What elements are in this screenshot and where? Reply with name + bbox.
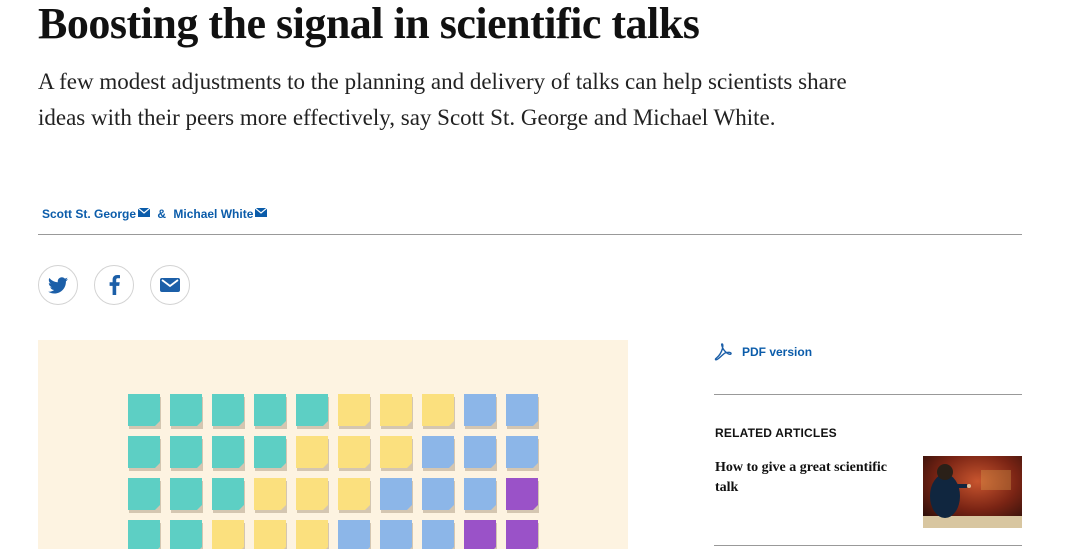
sticky-note-teal [128, 478, 160, 510]
sticky-notes-grid [128, 394, 539, 549]
author-link-scott-st-george[interactable]: Scott St. George [42, 207, 136, 221]
sticky-note-teal [212, 394, 244, 426]
author-separator: & [157, 207, 167, 221]
sticky-note-yellow [380, 436, 412, 468]
sticky-note-blue [506, 436, 538, 468]
sticky-note-teal [170, 394, 202, 426]
byline-divider [38, 234, 1022, 235]
sidebar-divider [714, 545, 1022, 546]
sticky-note-blue [506, 394, 538, 426]
sticky-note-teal [254, 394, 286, 426]
article-title: Boosting the signal in scientific talks [38, 0, 700, 48]
sticky-note-yellow [380, 394, 412, 426]
sticky-note-purple [464, 520, 496, 549]
article-hero-illustration [38, 340, 628, 549]
sticky-note-teal [128, 520, 160, 549]
sticky-note-teal [170, 520, 202, 549]
author-email-icon[interactable] [255, 206, 268, 220]
sticky-note-yellow [296, 520, 328, 549]
sticky-note-blue [464, 478, 496, 510]
article-standfirst: A few modest adjustments to the planning… [38, 69, 847, 130]
sticky-note-teal [170, 478, 202, 510]
share-twitter-button[interactable] [38, 265, 78, 305]
sticky-note-teal [128, 436, 160, 468]
sticky-note-yellow [338, 436, 370, 468]
author-list: Scott St. George & Michael White [42, 206, 268, 221]
share-email-button[interactable] [150, 265, 190, 305]
sticky-note-yellow [338, 394, 370, 426]
sticky-note-blue [422, 436, 454, 468]
email-icon [160, 278, 180, 292]
sticky-note-yellow [422, 394, 454, 426]
sticky-note-yellow [296, 436, 328, 468]
facebook-icon [109, 275, 120, 295]
sticky-note-purple [506, 478, 538, 510]
sticky-note-teal [212, 436, 244, 468]
sticky-note-yellow [338, 478, 370, 510]
sticky-note-teal [170, 436, 202, 468]
sticky-note-teal [212, 478, 244, 510]
sticky-note-blue [338, 520, 370, 549]
author-email-icon[interactable] [137, 206, 151, 220]
sticky-note-blue [380, 520, 412, 549]
sticky-note-teal [296, 394, 328, 426]
pdf-version-label: PDF version [742, 345, 813, 359]
sticky-note-yellow [212, 520, 244, 549]
sticky-note-yellow [296, 478, 328, 510]
share-facebook-button[interactable] [94, 265, 134, 305]
sticky-note-blue [464, 436, 496, 468]
related-article-thumbnail [923, 456, 1022, 528]
sticky-note-teal [254, 436, 286, 468]
sticky-note-yellow [254, 520, 286, 549]
sticky-note-blue [422, 520, 454, 549]
related-article-title: How to give a great scientific talk [715, 460, 887, 495]
pdf-version-link[interactable]: PDF version [714, 342, 812, 362]
sidebar-divider [714, 394, 1022, 395]
pdf-icon [714, 343, 732, 361]
sticky-note-blue [422, 478, 454, 510]
related-article-item[interactable]: How to give a great scientific talk [715, 456, 1022, 530]
twitter-icon [48, 276, 68, 293]
sticky-note-purple [506, 520, 538, 549]
author-link-michael-white[interactable]: Michael White [173, 207, 253, 221]
sticky-note-blue [464, 394, 496, 426]
sticky-note-yellow [254, 478, 286, 510]
sticky-note-blue [380, 478, 412, 510]
sticky-note-teal [128, 394, 160, 426]
related-articles-heading: RELATED ARTICLES [715, 426, 837, 440]
